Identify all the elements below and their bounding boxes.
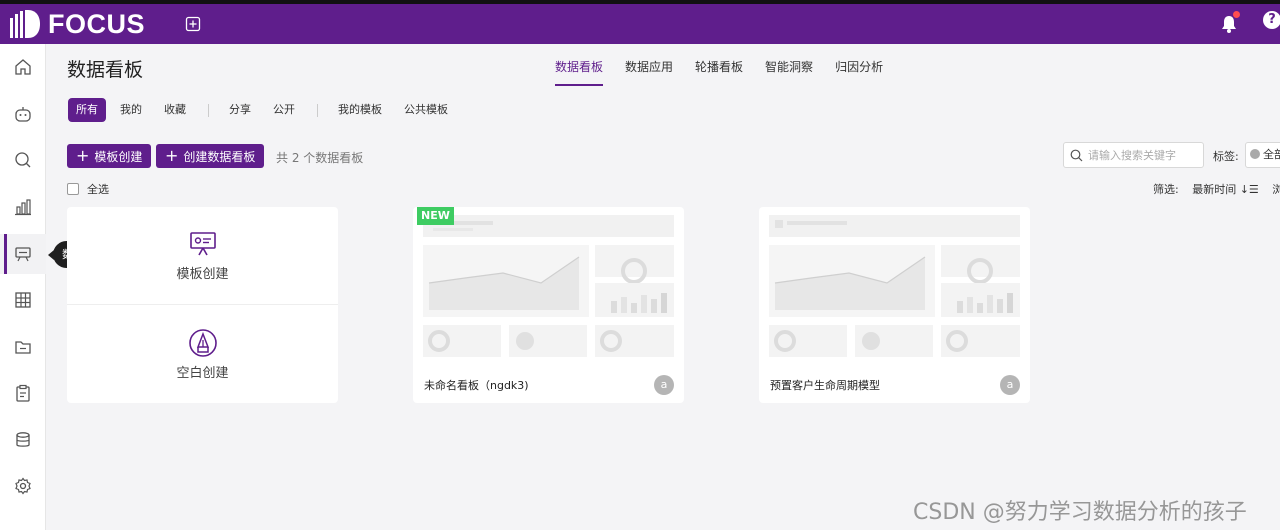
template-create-label: 模板创建 bbox=[94, 149, 143, 164]
pen-icon bbox=[188, 328, 217, 357]
template-create-button[interactable]: + 模板创建 bbox=[67, 144, 152, 168]
search-placeholder: 请输入搜索关键字 bbox=[1088, 149, 1176, 162]
tag-select[interactable]: 全部 bbox=[1245, 142, 1280, 168]
sort-label: 筛选: bbox=[1153, 183, 1179, 196]
create-dashboard-label: 创建数据看板 bbox=[183, 149, 256, 164]
folder-icon bbox=[15, 341, 31, 354]
tag-label: 标签: bbox=[1213, 150, 1239, 163]
sort-control[interactable]: 筛选: 最新时间 ↓☰ 浏 bbox=[1153, 181, 1280, 197]
home-icon bbox=[15, 59, 31, 75]
create-card: 模板创建 空白创建 bbox=[67, 207, 338, 403]
sidebar-item-search[interactable] bbox=[0, 140, 46, 180]
help-icon[interactable]: ? bbox=[1263, 11, 1280, 29]
filter-mine[interactable]: 我的 bbox=[120, 98, 142, 122]
dashboard-icon bbox=[15, 247, 31, 262]
filter-public[interactable]: 公开 bbox=[273, 98, 295, 122]
new-badge: NEW bbox=[417, 207, 454, 225]
database-icon bbox=[16, 432, 30, 447]
dashboard-thumbnail bbox=[769, 215, 1020, 365]
sidebar-item-home[interactable] bbox=[0, 47, 46, 87]
sidebar-item-folder[interactable] bbox=[0, 327, 46, 367]
select-all-checkbox[interactable] bbox=[67, 183, 79, 195]
search-icon bbox=[15, 152, 31, 168]
tag-dot-icon bbox=[1250, 149, 1260, 159]
dashboard-card[interactable]: NEW 未命名看板（ngdk3) a bbox=[413, 207, 684, 403]
owner-avatar: a bbox=[654, 375, 674, 395]
notification-dot bbox=[1233, 11, 1240, 18]
tag-select-value: 全部 bbox=[1263, 148, 1280, 161]
tab-carousel[interactable]: 轮播看板 bbox=[695, 58, 743, 86]
sidebar-item-dashboard[interactable] bbox=[0, 234, 46, 274]
settings-icon bbox=[15, 477, 31, 495]
filter-bar: 所有 我的 收藏 分享 公开 我的模板 公共模板 bbox=[68, 98, 470, 122]
filter-shared[interactable]: 分享 bbox=[229, 98, 251, 122]
sidebar-item-settings[interactable] bbox=[0, 466, 46, 506]
dashboard-thumbnail bbox=[423, 215, 674, 365]
create-dashboard-button[interactable]: + 创建数据看板 bbox=[156, 144, 265, 168]
filter-my-templates[interactable]: 我的模板 bbox=[338, 98, 382, 122]
logo-text: FOCUS bbox=[48, 8, 145, 39]
dashboard-count: 共 2 个数据看板 bbox=[276, 151, 364, 165]
focus-logo[interactable]: FOCUS bbox=[10, 8, 145, 39]
dashboard-name: 未命名看板（ngdk3) bbox=[424, 379, 529, 392]
filter-separator bbox=[208, 103, 209, 117]
watermark: CSDN @努力学习数据分析的孩子 bbox=[913, 500, 1247, 525]
tab-data-apps[interactable]: 数据应用 bbox=[625, 58, 673, 86]
sidebar-item-analysis[interactable] bbox=[0, 187, 46, 227]
sidebar-item-robot[interactable] bbox=[0, 94, 46, 134]
search-icon bbox=[1070, 149, 1083, 161]
select-all-label: 全选 bbox=[87, 183, 109, 196]
plus-icon: + bbox=[76, 146, 90, 165]
main-content: 数据看板 数据看板 数据应用 轮播看板 智能洞察 归因分析 所有 我的 收藏 分… bbox=[47, 44, 1280, 530]
table-icon bbox=[15, 292, 31, 308]
top-navigation-bar: FOCUS bbox=[0, 4, 1280, 44]
presentation-board-icon bbox=[189, 232, 216, 256]
tab-insights[interactable]: 智能洞察 bbox=[765, 58, 813, 86]
tab-attribution[interactable]: 归因分析 bbox=[835, 58, 883, 86]
template-create-text: 模板创建 bbox=[176, 267, 229, 282]
blank-create-text: 空白创建 bbox=[176, 365, 229, 381]
sidebar bbox=[0, 44, 46, 530]
thumbnail-preview bbox=[769, 215, 1020, 357]
bar-chart-icon bbox=[15, 199, 31, 216]
plus-icon: + bbox=[165, 146, 179, 165]
sort-value[interactable]: 最新时间 ↓☰ bbox=[1192, 183, 1259, 196]
filter-all[interactable]: 所有 bbox=[68, 98, 106, 122]
dashboard-card[interactable]: 预置客户生命周期模型 a bbox=[759, 207, 1030, 403]
new-tab-icon[interactable] bbox=[185, 16, 201, 32]
page-title: 数据看板 bbox=[67, 59, 144, 81]
dashboard-name: 预置客户生命周期模型 bbox=[770, 379, 880, 392]
blank-create-option[interactable]: 空白创建 bbox=[67, 305, 338, 403]
view-tabs: 数据看板 数据应用 轮播看板 智能洞察 归因分析 bbox=[555, 58, 905, 86]
robot-icon bbox=[15, 107, 31, 122]
filter-public-templates[interactable]: 公共模板 bbox=[404, 98, 448, 122]
sidebar-item-table[interactable] bbox=[0, 280, 46, 320]
focus-logo-mark bbox=[10, 10, 40, 38]
search-input[interactable]: 请输入搜索关键字 bbox=[1063, 142, 1204, 168]
sidebar-item-database[interactable] bbox=[0, 420, 46, 460]
tab-dashboards[interactable]: 数据看板 bbox=[555, 58, 604, 86]
owner-avatar: a bbox=[1000, 375, 1020, 395]
clipboard-icon bbox=[16, 384, 30, 402]
filter-separator bbox=[317, 103, 318, 117]
sidebar-item-tasks[interactable] bbox=[0, 373, 46, 413]
filter-favorites[interactable]: 收藏 bbox=[164, 98, 186, 122]
thumbnail-preview bbox=[423, 215, 674, 357]
template-create-option[interactable]: 模板创建 bbox=[67, 207, 338, 305]
select-all[interactable]: 全选 bbox=[67, 181, 109, 197]
browse-label[interactable]: 浏 bbox=[1272, 183, 1280, 196]
